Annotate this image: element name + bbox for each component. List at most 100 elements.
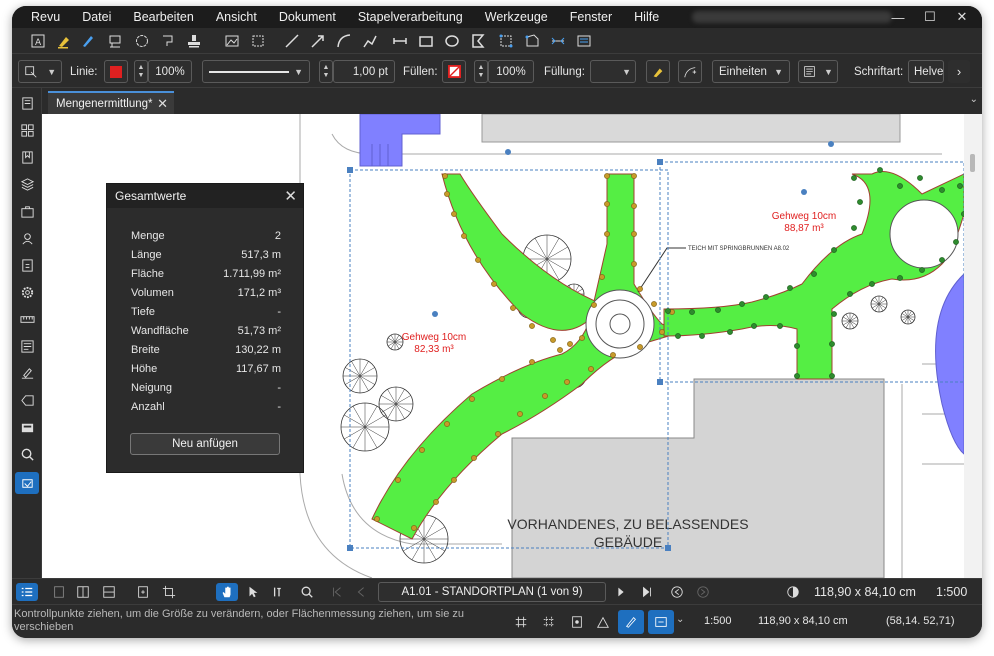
add-new-button[interactable]: Neu anfügen xyxy=(130,433,280,455)
pan-hand-icon[interactable] xyxy=(216,583,238,601)
control-point[interactable] xyxy=(604,173,610,179)
line-opacity-input[interactable]: 100% xyxy=(148,60,192,83)
vertical-scrollbar[interactable] xyxy=(964,114,982,578)
control-point[interactable] xyxy=(550,337,556,343)
document-tab[interactable]: Mengenermittlung* ✕ xyxy=(48,91,174,114)
control-point[interactable] xyxy=(442,173,448,179)
control-point[interactable] xyxy=(567,341,573,347)
stamp-tool-icon[interactable] xyxy=(184,31,204,51)
polyline-tool-icon[interactable] xyxy=(360,31,380,51)
previous-page-icon[interactable] xyxy=(352,583,370,601)
quantity-takeoff-icon[interactable] xyxy=(15,472,39,494)
line-tool-icon[interactable] xyxy=(282,31,302,51)
control-point[interactable] xyxy=(939,257,945,263)
menu-fenster[interactable]: Fenster xyxy=(559,10,623,24)
control-point[interactable] xyxy=(491,281,497,287)
text-box-tool-icon[interactable]: A xyxy=(28,31,48,51)
menu-datei[interactable]: Datei xyxy=(71,10,122,24)
cloud-tool-icon[interactable] xyxy=(132,31,152,51)
scrollbar-thumb[interactable] xyxy=(970,154,975,172)
control-point[interactable] xyxy=(777,323,783,329)
control-point[interactable] xyxy=(651,301,657,307)
bookmarks-icon[interactable] xyxy=(18,148,36,166)
control-point[interactable] xyxy=(599,274,605,280)
fill-color-button[interactable] xyxy=(442,60,466,83)
toolchest-icon[interactable] xyxy=(18,202,36,220)
control-point[interactable] xyxy=(763,294,769,300)
control-point[interactable] xyxy=(787,285,793,291)
snapshot-tool-icon[interactable] xyxy=(248,31,268,51)
close-window-button[interactable]: ✕ xyxy=(946,6,978,28)
line-width-stepper[interactable]: ▲ ▼ xyxy=(319,60,333,83)
control-point[interactable] xyxy=(588,366,594,372)
control-point[interactable] xyxy=(689,309,695,315)
grid-view-icon[interactable] xyxy=(18,121,36,139)
control-point[interactable] xyxy=(897,275,903,281)
walkway-arc-1[interactable] xyxy=(441,173,603,331)
fill-opacity-input[interactable]: 100% xyxy=(488,60,534,83)
control-point[interactable] xyxy=(829,341,835,347)
first-page-icon[interactable] xyxy=(328,583,346,601)
control-point[interactable] xyxy=(869,281,875,287)
sync-view-icon[interactable] xyxy=(648,610,674,634)
control-point[interactable] xyxy=(529,359,535,365)
arc-tool-icon[interactable] xyxy=(334,31,354,51)
control-point[interactable] xyxy=(475,257,481,263)
layers-icon[interactable] xyxy=(18,175,36,193)
image-tool-icon[interactable] xyxy=(222,31,242,51)
markup-style-dropdown[interactable]: ▼ xyxy=(18,60,62,83)
control-point[interactable] xyxy=(631,173,637,179)
control-point[interactable] xyxy=(751,323,757,329)
control-point[interactable] xyxy=(637,344,643,350)
drawing-canvas[interactable]: VORHANDENES, ZU BELASSENDES GEBÄUDE TEIC… xyxy=(42,114,964,578)
units-dropdown[interactable]: Einheiten ▼ xyxy=(712,60,790,83)
control-point[interactable] xyxy=(794,373,800,379)
control-point[interactable] xyxy=(851,225,857,231)
control-point[interactable] xyxy=(675,333,681,339)
search-icon[interactable] xyxy=(18,445,36,463)
status-chevron-down-icon[interactable]: ⌄ xyxy=(676,614,684,625)
fill-opacity-stepper[interactable]: ▲ ▼ xyxy=(474,60,488,83)
split-horizontal-icon[interactable] xyxy=(100,583,118,601)
control-point[interactable] xyxy=(374,516,380,522)
settings-gear-icon[interactable] xyxy=(18,283,36,301)
control-point[interactable] xyxy=(499,376,505,382)
dimension-tool-icon[interactable] xyxy=(390,31,410,51)
control-point[interactable] xyxy=(564,379,570,385)
single-page-icon[interactable] xyxy=(50,583,68,601)
file-access-icon[interactable] xyxy=(18,256,36,274)
control-point[interactable] xyxy=(794,343,800,349)
snap-content-icon[interactable] xyxy=(568,613,586,631)
control-point[interactable] xyxy=(471,455,477,461)
callout-tool-icon[interactable] xyxy=(106,31,126,51)
control-point[interactable] xyxy=(831,311,837,317)
toolbar-overflow-chevron-icon[interactable]: › xyxy=(948,60,970,83)
crop-icon[interactable] xyxy=(160,583,178,601)
control-point[interactable] xyxy=(517,411,523,417)
control-point[interactable] xyxy=(917,175,923,181)
pen-tool-icon[interactable] xyxy=(78,31,98,51)
grid-icon[interactable] xyxy=(512,613,530,631)
control-point[interactable] xyxy=(433,499,439,505)
control-point[interactable] xyxy=(811,271,817,277)
measurements-ruler-icon[interactable] xyxy=(18,310,36,328)
volume-measure-tool-icon[interactable] xyxy=(522,31,542,51)
control-point[interactable] xyxy=(444,421,450,427)
text-align-dropdown[interactable]: ▼ xyxy=(798,60,838,83)
menu-werkzeuge[interactable]: Werkzeuge xyxy=(474,10,559,24)
control-point[interactable] xyxy=(411,525,417,531)
control-point[interactable] xyxy=(897,183,903,189)
control-point[interactable] xyxy=(469,396,475,402)
markups-list-icon[interactable] xyxy=(18,337,36,355)
highlighter-tool-icon[interactable] xyxy=(54,31,74,51)
arrow-tool-icon[interactable] xyxy=(308,31,328,51)
zoom-icon[interactable] xyxy=(298,583,316,601)
control-point[interactable] xyxy=(579,335,585,341)
control-point[interactable] xyxy=(542,393,548,399)
properties-icon[interactable] xyxy=(18,229,36,247)
control-point[interactable] xyxy=(919,267,925,273)
control-point[interactable] xyxy=(637,286,643,292)
ellipse-tool-icon[interactable] xyxy=(442,31,462,51)
reuse-markup-icon[interactable] xyxy=(618,610,644,634)
control-point[interactable] xyxy=(831,247,837,253)
